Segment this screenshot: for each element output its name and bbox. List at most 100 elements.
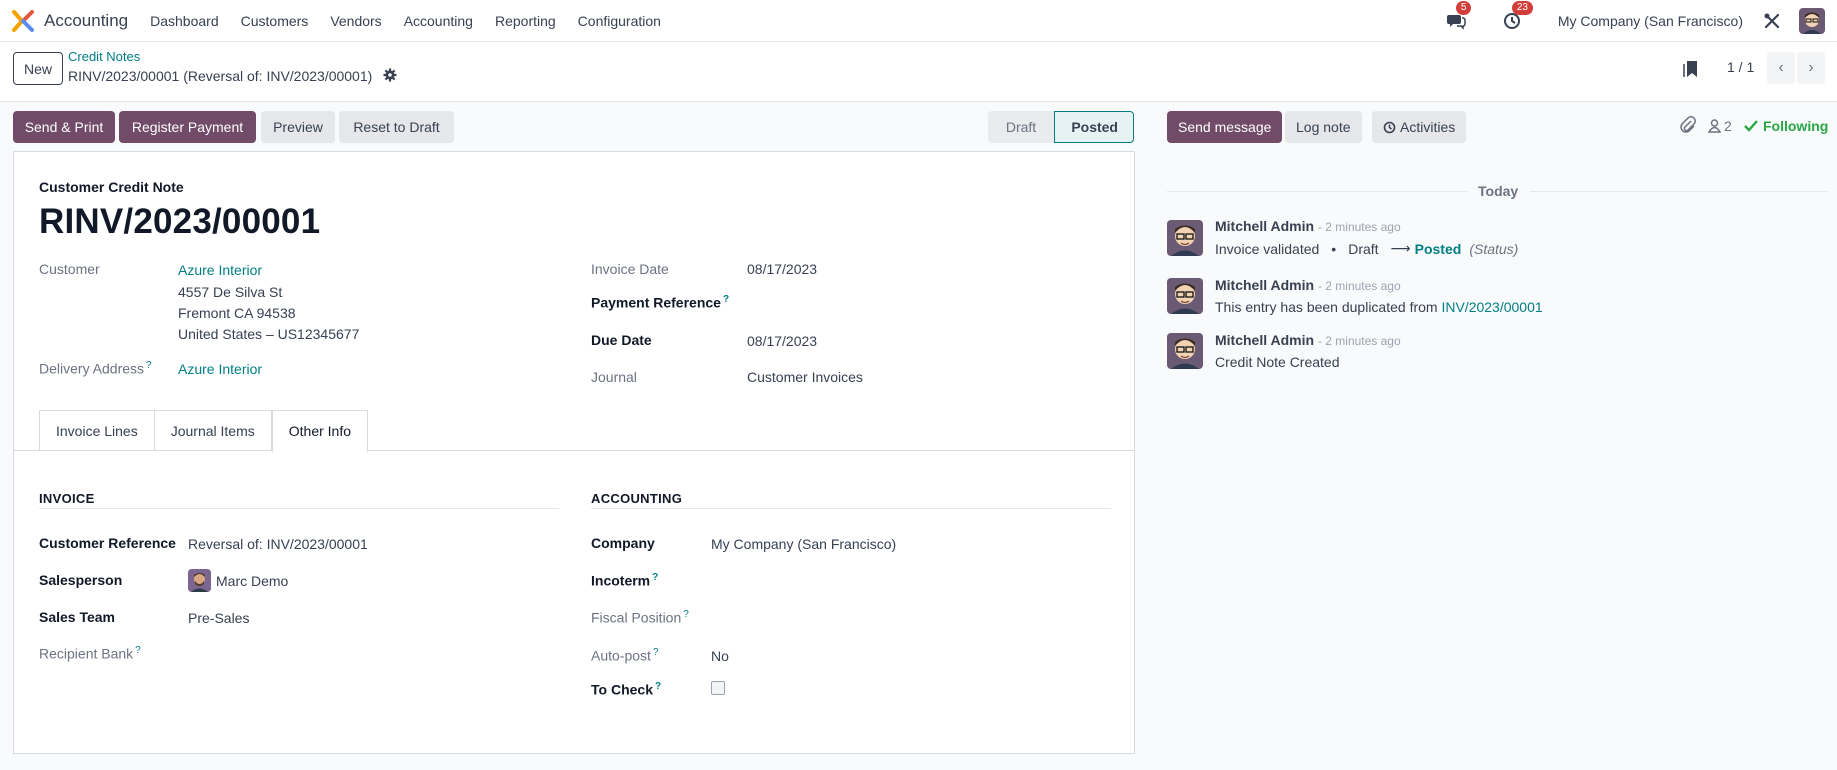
delivery-address-label: Delivery Address?: [39, 360, 152, 377]
reset-to-draft-button[interactable]: Reset to Draft: [339, 111, 454, 143]
payment-reference-label: Payment Reference?: [591, 294, 730, 311]
message-body: Invoice validated • Draft ⟶ Posted (Stat…: [1215, 240, 1518, 257]
invoice-date-field[interactable]: 08/17/2023: [747, 261, 817, 277]
customer-reference-label: Customer Reference: [39, 535, 176, 551]
help-icon[interactable]: ?: [146, 360, 152, 371]
company-switcher[interactable]: My Company (San Francisco): [1558, 13, 1743, 29]
recipient-bank-label: Recipient Bank?: [39, 645, 141, 662]
gear-icon[interactable]: [383, 68, 397, 82]
preview-button[interactable]: Preview: [261, 111, 335, 143]
author-avatar[interactable]: [1167, 278, 1203, 314]
today-divider-right: [1530, 191, 1827, 192]
message-text: Credit Note Created: [1215, 354, 1340, 370]
clock-icon: [1383, 121, 1396, 133]
pager-value[interactable]: 1 / 1: [1727, 59, 1754, 75]
customer-reference-field[interactable]: Reversal of: INV/2023/00001: [188, 536, 368, 552]
accounting-section-rule: [591, 508, 1111, 509]
message-author[interactable]: Mitchell Admin - 2 minutes ago: [1215, 332, 1401, 348]
following-button[interactable]: Following: [1744, 118, 1828, 134]
help-icon[interactable]: ?: [723, 294, 729, 305]
help-icon[interactable]: ?: [653, 647, 659, 658]
tab-other-info[interactable]: Other Info: [271, 410, 369, 452]
activities-button-chatter[interactable]: Activities: [1372, 111, 1467, 143]
app-name[interactable]: Accounting: [44, 11, 128, 31]
help-icon[interactable]: ?: [683, 609, 689, 620]
to-check-checkbox[interactable]: [711, 681, 725, 695]
debug-tools-icon[interactable]: [1763, 12, 1781, 30]
sales-team-label: Sales Team: [39, 609, 116, 625]
message-text: This entry has been duplicated from: [1215, 299, 1438, 315]
followers-count: 2: [1724, 118, 1732, 134]
menu-dashboard[interactable]: Dashboard: [150, 13, 219, 29]
arrow-right-icon: ⟶: [1390, 240, 1411, 256]
user-avatar[interactable]: [1799, 8, 1825, 34]
help-icon[interactable]: ?: [652, 572, 658, 583]
customer-label: Customer: [39, 261, 100, 277]
accounting-app-icon[interactable]: [12, 9, 34, 32]
tracking-new-value: Posted: [1414, 240, 1462, 257]
address-line-1: 4557 De Silva St: [178, 284, 283, 300]
author-avatar[interactable]: [1167, 220, 1203, 256]
register-payment-button[interactable]: Register Payment: [119, 111, 256, 143]
incoterm-label: Incoterm?: [591, 572, 659, 589]
paperclip-icon[interactable]: [1680, 116, 1696, 134]
salesperson-label: Salesperson: [39, 572, 123, 588]
delivery-address-link[interactable]: Azure Interior: [178, 361, 262, 377]
customer-link[interactable]: Azure Interior: [178, 262, 262, 278]
menu-reporting[interactable]: Reporting: [495, 13, 556, 29]
menu-customers[interactable]: Customers: [241, 13, 309, 29]
log-note-button[interactable]: Log note: [1285, 111, 1362, 143]
menu-accounting[interactable]: Accounting: [404, 13, 473, 29]
activities-badge: 23: [1511, 1, 1533, 15]
today-separator: Today: [1478, 183, 1519, 199]
salesperson-field[interactable]: Marc Demo: [216, 573, 288, 589]
chevron-right-icon: ›: [1808, 59, 1814, 76]
top-navbar: Accounting Dashboard Customers Vendors A…: [0, 0, 1837, 42]
check-icon: [1744, 120, 1758, 132]
document-type: Customer Credit Note: [39, 179, 184, 195]
messages-button[interactable]: 5: [1446, 1, 1472, 31]
sales-team-field[interactable]: Pre-Sales: [188, 610, 249, 626]
send-print-button[interactable]: Send & Print: [13, 111, 115, 143]
payment-reference-field[interactable]: [747, 290, 1117, 312]
activities-button[interactable]: 23: [1502, 1, 1533, 31]
chevron-left-icon: ‹: [1778, 59, 1784, 76]
menu-vendors[interactable]: Vendors: [330, 13, 381, 29]
pager-previous-button[interactable]: ‹: [1767, 52, 1795, 84]
tracking-field: (Status): [1469, 240, 1519, 257]
bullet-icon: •: [1331, 240, 1337, 257]
user-icon: [1708, 119, 1721, 133]
pager-next-button[interactable]: ›: [1797, 52, 1825, 84]
status-posted[interactable]: Posted: [1054, 111, 1134, 143]
document-number: RINV/2023/00001: [39, 202, 321, 241]
due-date-field[interactable]: 08/17/2023: [747, 333, 817, 349]
message-author[interactable]: Mitchell Admin - 2 minutes ago: [1215, 277, 1401, 293]
fiscal-position-label: Fiscal Position?: [591, 609, 689, 626]
breadcrumb-current: RINV/2023/00001 (Reversal of: INV/2023/0…: [68, 68, 373, 84]
following-label: Following: [1763, 118, 1829, 134]
address-line-2: Fremont CA 94538: [178, 305, 296, 321]
send-message-button[interactable]: Send message: [1167, 111, 1283, 143]
author-avatar[interactable]: [1167, 333, 1203, 369]
status-draft[interactable]: Draft: [988, 111, 1054, 143]
journal-field[interactable]: Customer Invoices: [747, 369, 863, 385]
help-icon[interactable]: ?: [655, 681, 661, 692]
tab-invoice-lines[interactable]: Invoice Lines: [39, 410, 155, 451]
message-text: Invoice validated: [1215, 240, 1320, 257]
bookmark-icon[interactable]: [1682, 59, 1700, 79]
breadcrumb-credit-notes[interactable]: Credit Notes: [68, 49, 140, 64]
company-field[interactable]: My Company (San Francisco): [711, 536, 896, 552]
message-body: This entry has been duplicated from INV/…: [1215, 299, 1543, 315]
source-invoice-link[interactable]: INV/2023/00001: [1441, 299, 1542, 315]
company-label: Company: [591, 535, 655, 551]
tab-journal-items[interactable]: Journal Items: [154, 410, 272, 451]
message-author[interactable]: Mitchell Admin - 2 minutes ago: [1215, 218, 1401, 234]
form-sheet: Customer Credit Note RINV/2023/00001 Cus…: [13, 151, 1135, 754]
help-icon[interactable]: ?: [135, 645, 141, 656]
message-body: Credit Note Created: [1215, 354, 1340, 370]
menu-configuration[interactable]: Configuration: [578, 13, 661, 29]
followers-button[interactable]: 2: [1708, 118, 1732, 134]
today-divider-left: [1167, 191, 1467, 192]
new-button[interactable]: New: [13, 52, 63, 85]
autopost-field[interactable]: No: [711, 648, 729, 664]
